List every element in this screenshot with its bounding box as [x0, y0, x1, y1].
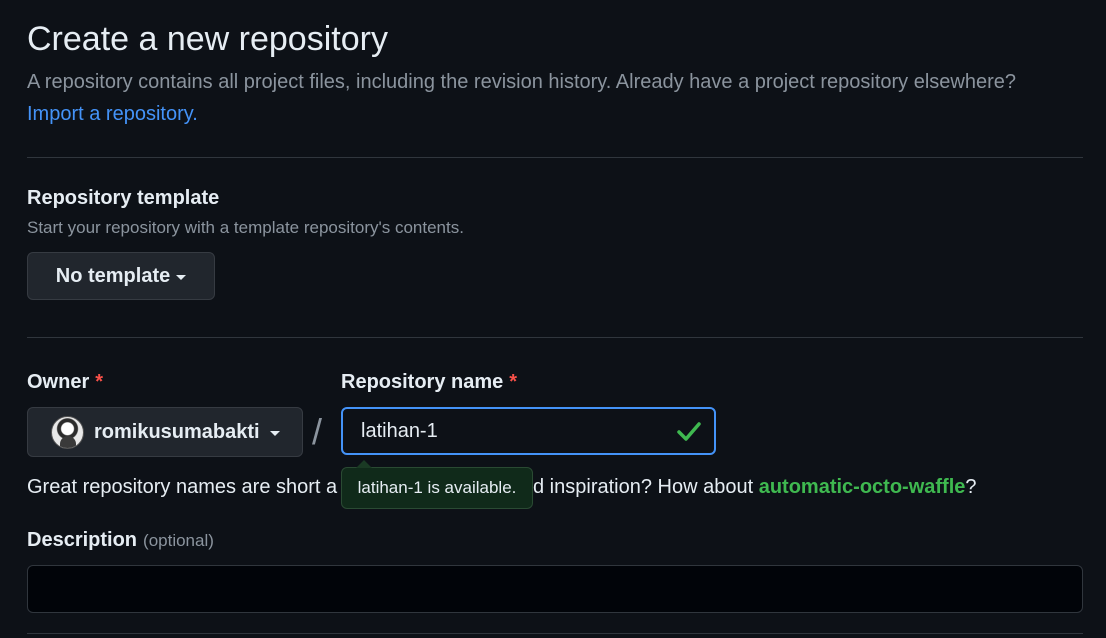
avatar [51, 415, 84, 449]
divider [27, 337, 1083, 338]
caret-down-icon [269, 430, 280, 436]
required-mark: * [509, 371, 518, 393]
repository-name-label-text: Repository name [341, 371, 504, 393]
owner-repo-separator: / [312, 411, 323, 452]
divider [27, 633, 1083, 634]
template-button-label: No template [55, 264, 171, 287]
template-helper-text: Start your repository with a template re… [27, 218, 464, 237]
description-label-text: Description [27, 529, 138, 551]
template-label: Repository template [27, 187, 220, 209]
name-hint-text: d inspiration? How about [533, 476, 759, 498]
template-dropdown-button[interactable]: No template [27, 252, 215, 300]
page-subtitle: A repository contains all project files,… [27, 71, 1017, 93]
repository-name-input[interactable] [341, 407, 716, 455]
name-hint-suggestion: d inspiration? How about automatic-octo-… [533, 476, 977, 499]
owner-label: Owner * [27, 371, 103, 394]
owner-dropdown-button[interactable]: romikusumabakti [27, 407, 303, 457]
owner-label-text: Owner [27, 371, 90, 393]
name-hint-text: Great repository names are short a [27, 476, 338, 498]
divider [27, 157, 1083, 158]
repository-name-label: Repository name * [341, 371, 517, 394]
required-mark: * [95, 371, 104, 393]
page-title: Create a new repository [27, 20, 388, 58]
description-input[interactable] [27, 565, 1083, 613]
name-hint-end: ? [965, 476, 977, 498]
caret-down-icon [176, 274, 187, 280]
optional-tag: (optional) [143, 531, 214, 550]
import-repository-link[interactable]: Import a repository. [27, 103, 198, 126]
suggested-name-link[interactable]: automatic-octo-waffle [759, 476, 966, 498]
availability-tooltip: latihan-1 is available. [341, 460, 533, 509]
description-label: Description (optional) [27, 529, 214, 552]
owner-username: romikusumabakti [94, 420, 260, 443]
check-icon [677, 422, 701, 441]
create-repository-page: Create a new repository A repository con… [0, 0, 1106, 638]
